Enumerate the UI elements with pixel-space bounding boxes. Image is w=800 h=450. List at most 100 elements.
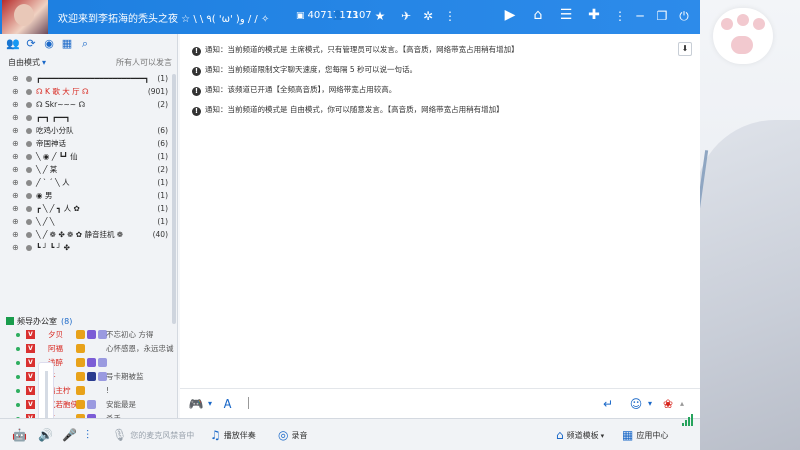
info-icon: ! — [192, 67, 201, 76]
record-button[interactable]: ◎ 录音 — [278, 428, 307, 443]
chevron-down-icon[interactable]: ▾ — [206, 397, 214, 411]
status-dot — [16, 389, 20, 393]
equalizer-icon[interactable]: ⫶ — [86, 428, 92, 443]
member-row[interactable]: V 夕贝 不忘初心 方得 — [0, 328, 174, 342]
power-icon[interactable]: ⏻ — [676, 8, 692, 24]
music-icon: ♫ — [210, 428, 221, 442]
channel-icon — [26, 76, 32, 82]
members-icon[interactable]: 👥 — [6, 37, 20, 51]
send-icon[interactable]: ↵ — [600, 397, 616, 411]
chevron-down-icon[interactable]: ▾ — [646, 397, 654, 411]
channel-icon — [26, 167, 32, 173]
channel-icon — [26, 180, 32, 186]
member-row[interactable]: V子号卡期被监 — [0, 370, 174, 384]
member-row[interactable]: V 浅醉 — [0, 356, 174, 370]
channel-item[interactable]: ⊕ ◉ 男 (1) — [0, 189, 174, 202]
channel-item[interactable]: ⊕ ╲ ╱ ╲ (1) — [0, 215, 174, 228]
mic-icon: 🎙 — [112, 428, 128, 442]
mode-row: 自由模式 ▾ 所有人可以发言 — [0, 54, 178, 70]
member-row[interactable]: V 指主柠! — [0, 384, 174, 398]
expand-icon[interactable]: ⊕ — [12, 72, 19, 85]
video-icon[interactable]: ▶ — [502, 7, 518, 23]
permission-label: 所有人可以发言 — [116, 58, 172, 67]
mode-select[interactable]: 自由模式 ▾ — [8, 57, 46, 68]
expand-icon[interactable]: ⊕ — [12, 202, 19, 215]
channel-item[interactable]: ⊕ 帝国神话 (6) — [0, 137, 174, 150]
channel-icon — [26, 193, 32, 199]
office-section[interactable]: 频导办公室 (8) — [6, 316, 72, 328]
calendar-icon[interactable]: ▦ — [60, 37, 74, 51]
expand-icon[interactable]: ⊕ — [12, 124, 19, 137]
notice-message: ! 通知：当前频道限制文字聊天速度，您每隔 5 秒可以说一句话。 — [192, 64, 417, 76]
info-icon: ! — [192, 107, 201, 116]
info-icon: ! — [192, 87, 201, 96]
expand-icon[interactable]: ⊕ — [12, 111, 19, 124]
channel-item[interactable]: ⊕ ╲ ◉ ╱ ┗┛ 仙 (1) — [0, 150, 174, 163]
channel-panel: 👥 ⟳ ◉ ▦ ⌕ 自由模式 ▾ 所有人可以发言 ⊕ ┏━━━━━━━━━━━━━━… — [0, 34, 178, 450]
expand-icon[interactable]: ⊕ — [12, 85, 19, 98]
expand-icon[interactable]: ⊕ — [12, 176, 19, 189]
chevron-down-icon: ▾ — [42, 58, 47, 67]
channel-avatar[interactable] — [2, 0, 48, 34]
notice-message: ! 通知：当前频道的模式是 主席模式，只有管理员可以发言。【高音质，网络带宽占用稍… — [192, 44, 519, 56]
channel-item[interactable]: ⊕ ☊ Skr~~~ ☊ (2) — [0, 98, 174, 111]
expand-icon[interactable]: ⊕ — [12, 241, 19, 254]
channel-item[interactable]: ⊕ ╲ ╱ 某 (2) — [0, 163, 174, 176]
online-count: 👤 1107 — [332, 10, 372, 21]
expand-icon[interactable]: ⊕ — [12, 137, 19, 150]
chevron-up-icon[interactable]: ▴ — [678, 397, 686, 411]
vip-icon: V — [26, 344, 35, 353]
home-icon[interactable]: ⌂ — [530, 7, 546, 23]
emoji-icon[interactable]: ☺ — [628, 397, 644, 411]
scroll-down-button[interactable]: ⬇ — [678, 42, 692, 56]
expand-icon[interactable]: ⊕ — [12, 215, 19, 228]
member-row[interactable]: V 气若胞侠 安能最是 — [0, 398, 174, 412]
star-icon[interactable]: ★ — [372, 8, 388, 24]
status-dot — [16, 375, 20, 379]
channel-item[interactable]: ⊕ ┏ ╲ ╱ ┓ 人 ✿ (1) — [0, 202, 174, 215]
expand-icon[interactable]: ⊕ — [12, 150, 19, 163]
channel-item[interactable]: ⊕ ┏━┓ ┏━━┓ — [0, 111, 174, 124]
expand-icon[interactable]: ⊕ — [12, 228, 19, 241]
share-icon[interactable]: ✈ — [398, 8, 414, 24]
template-button[interactable]: ⌂ 频道模板 ▾ — [556, 428, 604, 443]
expand-icon[interactable]: ⊕ — [12, 163, 19, 176]
gamepad-icon[interactable]: 🎮 — [188, 397, 204, 411]
vip-icon: V — [26, 386, 35, 395]
more-icon[interactable]: ⋮ — [612, 8, 628, 24]
channel-item[interactable]: ⊕ ╲ ╱ ❁ ✤ ❁ ✿ 静音挂机 ❁ (40) — [0, 228, 174, 241]
location-icon[interactable]: ◉ — [42, 37, 56, 51]
list-icon[interactable]: ☰ — [558, 7, 574, 23]
channel-item[interactable]: ⊕ 吃鸡小分队 (6) — [0, 124, 174, 137]
channel-item[interactable]: ⊕ ☊ K 歌 大 厅 ☊ (901) — [0, 85, 174, 98]
channel-item[interactable]: ⊕ ╱ ˋ ˊ ╲ 人 (1) — [0, 176, 174, 189]
panel-scrollbar[interactable] — [172, 74, 176, 324]
game-icon[interactable]: ✚ — [586, 7, 602, 23]
search-icon[interactable]: ⌕ — [78, 37, 92, 51]
channel-title: 欢迎来到李拓海的秃头之夜 ☆ \ \ ٩( 'ω' )و / / ✧ — [58, 14, 270, 25]
channel-icon — [26, 128, 32, 134]
channel-item[interactable]: ⊕ ┏━━━━━━━━━━━━━━━━━━━━━━━┓ (1) — [0, 72, 174, 85]
chat-input-area[interactable]: 🎮 ▾ Ꭺ ↵ ☺ ▾ ❀ ▴ — [180, 388, 700, 418]
speaker-icon[interactable]: 🔊 — [38, 428, 56, 443]
expand-icon[interactable]: ⊕ — [12, 189, 19, 202]
restore-icon[interactable]: ❐ — [654, 8, 670, 24]
gift-icon[interactable]: ❀ — [660, 397, 676, 411]
member-row[interactable]: V 阿福 心怀感恩，永远忠诚 — [0, 342, 174, 356]
font-icon[interactable]: Ꭺ — [220, 397, 236, 411]
expand-icon[interactable]: ⊕ — [12, 98, 19, 111]
refresh-icon[interactable]: ⟳ — [24, 37, 38, 51]
mic-muted-icon[interactable]: 🎤 — [62, 428, 80, 443]
record-icon: ◎ — [278, 428, 289, 442]
app-center-button[interactable]: ▦ 应用中心 — [622, 428, 668, 443]
message-area: ⬇ ! 通知：当前频道的模式是 主席模式，只有管理员可以发言。【高音质，网络带宽占… — [180, 34, 700, 388]
channel-item[interactable]: ⊕ ┗ ┘ ┗ ┘ ✤ — [0, 241, 174, 254]
accompany-button[interactable]: ♫ 播放伴奏 — [210, 428, 256, 443]
vip-icon: V — [26, 330, 35, 339]
minimize-icon[interactable]: ─ — [632, 8, 648, 24]
robot-icon[interactable]: 🤖 — [12, 428, 30, 443]
app-root: 欢迎来到李拓海的秃头之夜 ☆ \ \ ٩( 'ω' )و / / ✧ ▣ 4071… — [0, 0, 800, 450]
settings-icon[interactable]: ✲ — [420, 8, 436, 24]
menu-icon[interactable]: ⋮ — [442, 8, 458, 24]
channel-icon — [26, 89, 32, 95]
